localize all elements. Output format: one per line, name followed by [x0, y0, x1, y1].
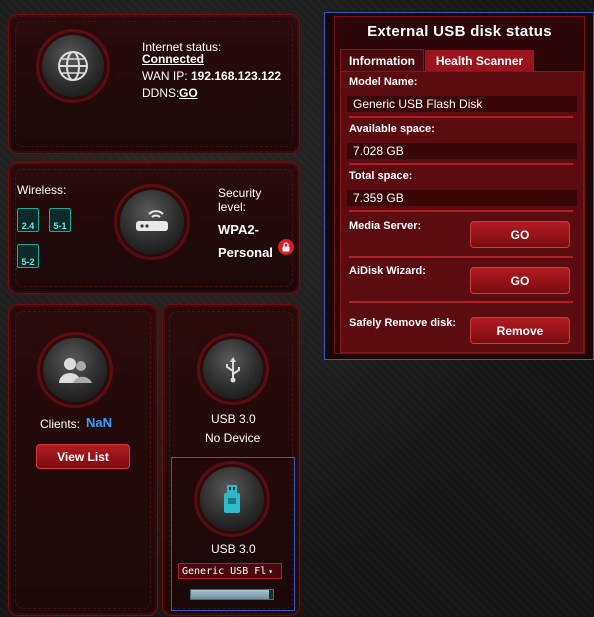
usb-device-select[interactable]: Generic USB Fl ▾	[178, 563, 282, 579]
separator	[349, 163, 573, 165]
total-space-value: 7.359 GB	[347, 190, 577, 206]
remove-disk-button[interactable]: Remove	[470, 317, 570, 344]
separator	[349, 301, 573, 303]
usb-device-select-value: Generic USB Fl	[182, 565, 267, 577]
information-tab-body: Model Name: Generic USB Flash Disk Avail…	[340, 71, 584, 353]
clients-label: Clients:	[40, 417, 81, 431]
usb-drive-icon[interactable]	[200, 467, 264, 531]
router-icon[interactable]	[120, 190, 184, 254]
usb-status-panel: External USB disk status Information Hea…	[324, 12, 594, 360]
clients-icon[interactable]	[43, 338, 107, 402]
usb-usage-progress-fill	[191, 590, 269, 599]
usb1-label: USB 3.0	[211, 412, 256, 426]
usb-status-title: External USB disk status	[335, 17, 584, 45]
usb-icon[interactable]	[203, 339, 263, 399]
usb1-status: No Device	[205, 431, 261, 445]
tab-information[interactable]: Information	[340, 49, 424, 72]
wifi-24-band: 2.4	[21, 221, 35, 231]
wifi-51-band: 5-1	[53, 221, 67, 231]
available-space-label: Available space:	[349, 123, 435, 135]
usb-usage-progress	[190, 589, 274, 600]
internet-status-link[interactable]: Connected	[142, 52, 204, 66]
view-list-button[interactable]: View List	[36, 444, 130, 469]
globe-icon[interactable]	[42, 35, 104, 97]
model-name-label: Model Name:	[349, 76, 418, 88]
ddns-go-link[interactable]: GO	[179, 86, 198, 100]
ddns-label: DDNS:	[142, 86, 180, 100]
security-value-line2: Personal	[218, 245, 273, 260]
wifi-51-icon[interactable]: 5-1	[49, 208, 71, 232]
router-dashboard: Internet status: Connected WAN IP: 192.1…	[0, 0, 594, 617]
media-server-go-button[interactable]: GO	[470, 221, 570, 248]
security-label-line2: level:	[218, 200, 247, 214]
separator	[349, 116, 573, 118]
model-name-value: Generic USB Flash Disk	[347, 96, 577, 112]
clients-count: NaN	[86, 415, 113, 430]
separator	[349, 210, 573, 212]
total-space-label: Total space:	[349, 170, 413, 182]
wifi-52-band: 5-2	[21, 257, 35, 267]
security-label-line1: Security	[218, 186, 262, 200]
tab-health-scanner[interactable]: Health Scanner	[425, 50, 534, 72]
usb2-label: USB 3.0	[211, 542, 256, 556]
aidisk-wizard-label: AiDisk Wizard:	[349, 265, 426, 277]
media-server-label: Media Server:	[349, 220, 422, 232]
security-value-line1: WPA2-	[218, 222, 259, 237]
wifi-52-icon[interactable]: 5-2	[17, 244, 39, 268]
usb-status-inner: External USB disk status Information Hea…	[334, 16, 585, 354]
lock-icon	[278, 239, 294, 255]
wireless-label: Wireless:	[17, 183, 67, 197]
wan-ip-value: 192.168.123.122	[191, 69, 282, 83]
wifi-24-icon[interactable]: 2.4	[17, 208, 39, 232]
chevron-down-icon: ▾	[268, 566, 274, 576]
safely-remove-label: Safely Remove disk:	[349, 317, 456, 329]
aidisk-wizard-go-button[interactable]: GO	[470, 267, 570, 294]
separator	[349, 256, 573, 258]
available-space-value: 7.028 GB	[347, 143, 577, 159]
wan-ip-label: WAN IP:	[142, 69, 188, 83]
